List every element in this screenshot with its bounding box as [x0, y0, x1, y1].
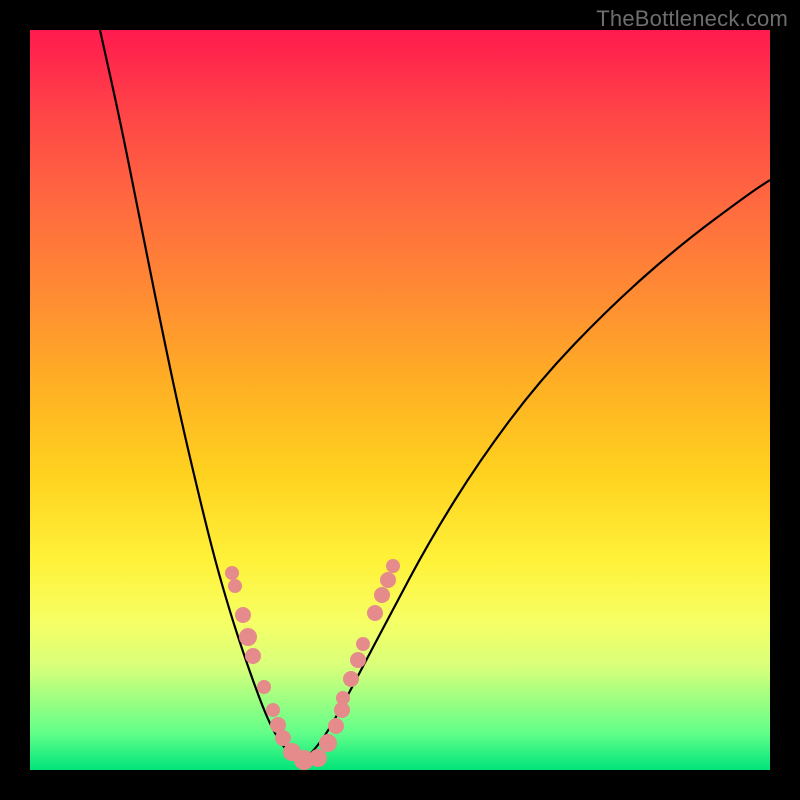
- highlight-dot: [374, 587, 390, 603]
- highlight-dot: [367, 605, 383, 621]
- highlight-dot: [266, 703, 280, 717]
- highlight-dot: [245, 648, 261, 664]
- highlight-dots-group: [225, 559, 400, 770]
- watermark-label: TheBottleneck.com: [596, 6, 788, 32]
- highlight-dot: [380, 572, 396, 588]
- highlight-dot: [235, 607, 251, 623]
- highlight-dot: [239, 628, 257, 646]
- chart-svg: [30, 30, 770, 770]
- highlight-dot: [336, 691, 350, 705]
- curve-left: [100, 30, 300, 762]
- highlight-dot: [319, 734, 337, 752]
- highlight-dot: [386, 559, 400, 573]
- highlight-dot: [257, 680, 271, 694]
- curve-right: [300, 180, 770, 762]
- highlight-dot: [309, 749, 327, 767]
- chart-stage: TheBottleneck.com: [0, 0, 800, 800]
- highlight-dot: [356, 637, 370, 651]
- highlight-dot: [275, 730, 291, 746]
- highlight-dot: [225, 566, 239, 580]
- highlight-dot: [343, 671, 359, 687]
- highlight-dot: [228, 579, 242, 593]
- highlight-dot: [350, 652, 366, 668]
- plot-area: [30, 30, 770, 770]
- highlight-dot: [328, 718, 344, 734]
